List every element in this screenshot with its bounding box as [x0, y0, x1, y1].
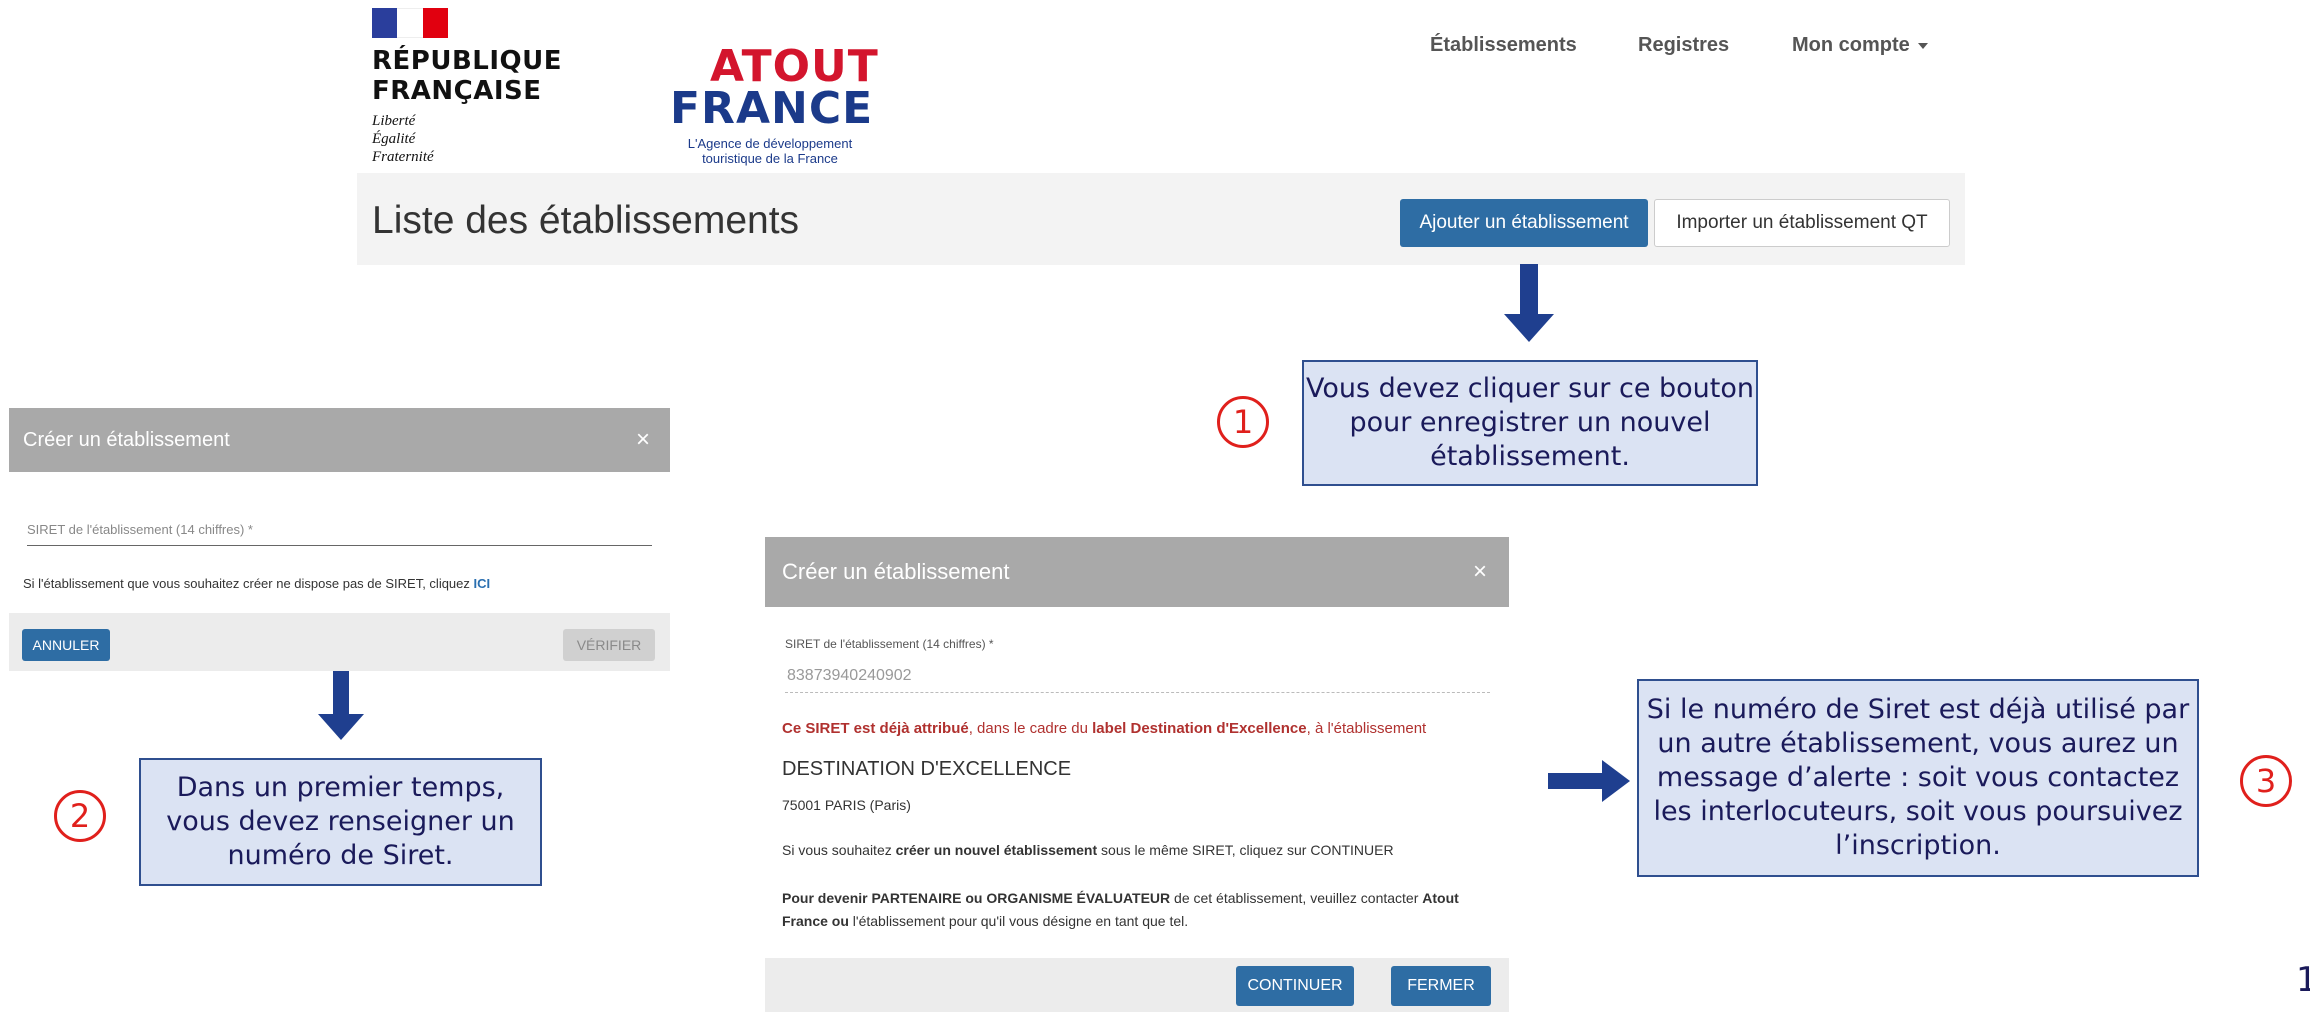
no-siret-link[interactable]: ICI: [474, 576, 491, 591]
nav-registres[interactable]: Registres: [1638, 34, 1729, 57]
atout-france-subtitle: L'Agence de développement touristique de…: [687, 136, 853, 166]
partner-info: Pour devenir PARTENAIRE ou ORGANISME ÉVA…: [782, 890, 1459, 929]
modal-footer: ANNULER VÉRIFIER: [9, 613, 670, 671]
modal-title: Créer un établissement: [782, 559, 1010, 584]
siret-field-label: SIRET de l'établissement (14 chiffres) *: [27, 522, 253, 537]
siret-input[interactable]: [27, 545, 652, 546]
import-establishment-button[interactable]: Importer un établissement QT: [1654, 199, 1950, 247]
create-establishment-modal-empty: Créer un établissement × SIRET de l'étab…: [9, 408, 670, 671]
siret-input[interactable]: 83873940240902: [787, 667, 912, 685]
republique-logo-text: RÉPUBLIQUE FRANÇAISE: [372, 46, 562, 106]
continue-button[interactable]: CONTINUER: [1236, 966, 1354, 1006]
close-button[interactable]: FERMER: [1391, 966, 1491, 1006]
continue-info: Si vous souhaitez créer un nouvel établi…: [782, 842, 1394, 858]
cancel-button[interactable]: ANNULER: [22, 629, 110, 661]
modal-header: Créer un établissement ×: [765, 537, 1509, 607]
callout-step-2: Dans un premier temps, vous devez rensei…: [139, 758, 542, 886]
step-1-badge: 1: [1217, 396, 1269, 448]
nav-mon-compte-label: Mon compte: [1792, 34, 1910, 56]
add-establishment-button[interactable]: Ajouter un établissement: [1400, 199, 1648, 247]
caret-down-icon: [1917, 42, 1928, 49]
modal-footer: CONTINUER FERMER: [765, 958, 1509, 1012]
republique-motto: Liberté Égalité Fraternité: [372, 113, 434, 165]
nav-mon-compte[interactable]: Mon compte: [1792, 34, 1928, 57]
establishment-name: DESTINATION D'EXCELLENCE: [782, 758, 1072, 780]
siret-alert-message: Ce SIRET est déjà attribué, dans le cadr…: [782, 720, 1427, 737]
siret-field-label: SIRET de l'établissement (14 chiffres) *: [785, 637, 994, 651]
page-number: 1: [2296, 960, 2310, 1000]
arrow-down-icon: [318, 662, 364, 740]
step-3-badge: 3: [2240, 755, 2292, 807]
modal-title: Créer un établissement: [23, 428, 230, 451]
close-icon[interactable]: ×: [636, 426, 650, 454]
siret-input-underline: [785, 692, 1490, 693]
page-title: Liste des établissements: [372, 199, 800, 242]
close-icon[interactable]: ×: [1473, 558, 1487, 586]
flag-logo: [372, 8, 448, 38]
modal-header: Créer un établissement ×: [9, 408, 670, 472]
atout-france-logo-line2: FRANCE: [670, 83, 874, 134]
no-siret-info: Si l'établissement que vous souhaitez cr…: [23, 576, 490, 591]
arrow-right-icon: [1548, 760, 1630, 802]
callout-step-3: Si le numéro de Siret est déjà utilisé p…: [1637, 679, 2199, 877]
no-siret-info-text: Si l'établissement que vous souhaitez cr…: [23, 576, 474, 591]
establishment-city: 75001 PARIS (Paris): [782, 797, 911, 813]
create-establishment-modal-alert: Créer un établissement × SIRET de l'étab…: [765, 537, 1509, 1012]
nav-etablissements[interactable]: Établissements: [1430, 34, 1577, 57]
verify-button[interactable]: VÉRIFIER: [563, 629, 655, 661]
callout-step-1: Vous devez cliquer sur ce bouton pour en…: [1302, 360, 1758, 486]
step-2-badge: 2: [54, 790, 106, 842]
arrow-down-icon: [1504, 264, 1554, 342]
